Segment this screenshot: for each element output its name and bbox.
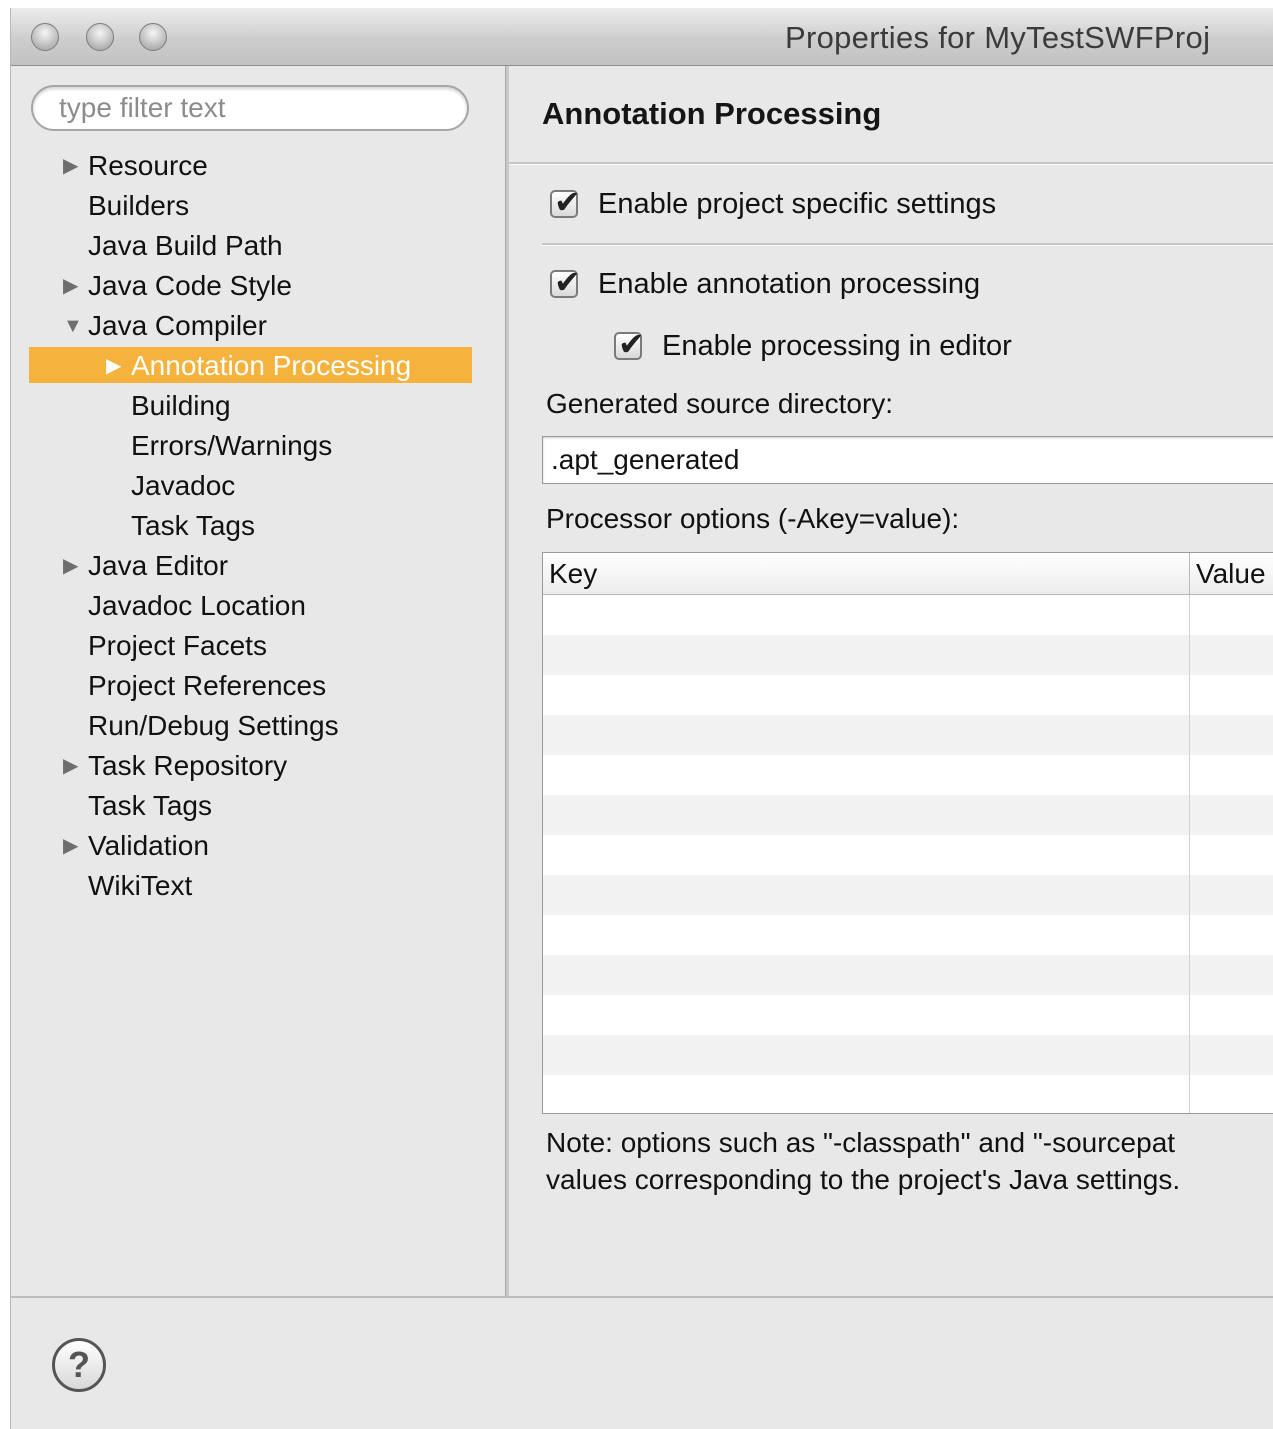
- triangle-right-icon[interactable]: ▶: [63, 266, 87, 306]
- triangle-down-icon[interactable]: ▼: [63, 306, 87, 346]
- note-line-2: values corresponding to the project's Ja…: [546, 1164, 1181, 1195]
- enable-processing-in-editor-checkbox[interactable]: ✔: [614, 325, 645, 363]
- table-header: Key Value: [543, 553, 1273, 595]
- table-body: [543, 595, 1273, 1113]
- window-title: Properties for MyTestSWFProj: [785, 20, 1211, 55]
- title-divider: [509, 162, 1273, 165]
- tree-item-label: Task Repository: [88, 750, 288, 781]
- help-icon[interactable]: ?: [52, 1338, 106, 1392]
- tree-item-builders[interactable]: Builders: [11, 186, 505, 226]
- dialog-button-bar: ?: [11, 1296, 1273, 1429]
- tree-item-task-tags[interactable]: Task Tags: [11, 506, 505, 546]
- triangle-right-icon[interactable]: ▶: [63, 146, 87, 186]
- empty-table-row: [543, 795, 1273, 835]
- tree-item-task-repository[interactable]: ▶ Task Repository: [11, 746, 505, 786]
- note-text: Note: options such as "-classpath" and "…: [546, 1124, 1180, 1198]
- enable-processing-in-editor-label: Enable processing in editor: [662, 330, 1012, 362]
- tree-item-project-references[interactable]: Project References: [11, 666, 505, 706]
- tree-item-javadoc-location[interactable]: Javadoc Location: [11, 586, 505, 626]
- empty-table-row: [543, 755, 1273, 795]
- empty-table-row: [543, 835, 1273, 875]
- tree-item-validation[interactable]: ▶ Validation: [11, 826, 505, 866]
- tree-item-wikitext[interactable]: WikiText: [11, 866, 505, 906]
- page-title: Annotation Processing: [542, 96, 882, 131]
- tree-item-errors-warnings[interactable]: Errors/Warnings: [11, 426, 505, 466]
- tree-item-java-code-style[interactable]: ▶ Java Code Style: [11, 266, 505, 306]
- tree-item-label: Builders: [88, 190, 190, 221]
- tree-item-label: WikiText: [88, 870, 193, 901]
- enable-project-specific-label: Enable project specific settings: [598, 188, 997, 220]
- tree-item-label: Java Build Path: [88, 230, 283, 261]
- processor-options-table[interactable]: Key Value: [542, 552, 1273, 1114]
- generated-source-label: Generated source directory:: [546, 388, 894, 419]
- tree-item-task-tags[interactable]: Task Tags: [11, 786, 505, 826]
- tree-item-project-facets[interactable]: Project Facets: [11, 626, 505, 666]
- triangle-right-icon[interactable]: ▶: [63, 546, 87, 586]
- note-line-1: Note: options such as "-classpath" and "…: [546, 1127, 1176, 1158]
- tree-item-label: Building: [131, 390, 231, 421]
- empty-table-row: [543, 1075, 1273, 1113]
- checkmark-icon: ✔: [554, 263, 581, 301]
- empty-table-row: [543, 995, 1273, 1035]
- tree-item-building[interactable]: Building: [11, 386, 505, 426]
- column-header-key[interactable]: Key: [543, 553, 1189, 594]
- tree-item-label: Resource: [88, 150, 208, 181]
- tree-item-run-debug-settings[interactable]: Run/Debug Settings: [11, 706, 505, 746]
- triangle-right-icon[interactable]: ▶: [106, 346, 130, 386]
- tree-item-label: Task Tags: [88, 790, 212, 821]
- triangle-right-icon[interactable]: ▶: [63, 746, 87, 786]
- tree-item-java-editor[interactable]: ▶ Java Editor: [11, 546, 505, 586]
- tree-item-label: Project References: [88, 670, 327, 701]
- tree-item-label: Java Editor: [88, 550, 229, 581]
- checkmark-icon: ✔: [554, 183, 581, 221]
- empty-table-row: [543, 955, 1273, 995]
- zoom-window-button[interactable]: [139, 23, 167, 51]
- enable-annotation-processing-label: Enable annotation processing: [598, 268, 981, 300]
- tree-item-resource[interactable]: ▶ Resource: [11, 146, 505, 186]
- column-header-value[interactable]: Value: [1189, 553, 1273, 594]
- tree-item-label: Annotation Processing: [131, 350, 412, 381]
- tree-item-label: Javadoc: [131, 470, 236, 501]
- enable-project-specific-checkbox[interactable]: ✔: [550, 183, 581, 221]
- tree-item-java-build-path[interactable]: Java Build Path: [11, 226, 505, 266]
- processor-options-label: Processor options (-Akey=value):: [546, 503, 960, 534]
- title-bar: Properties for MyTestSWFProj: [11, 8, 1273, 66]
- empty-table-row: [543, 715, 1273, 755]
- empty-table-row: [543, 635, 1273, 675]
- properties-window: Properties for MyTestSWFProj ▶ResourceBu…: [10, 8, 1273, 1429]
- settings-pane: Annotation Processing ✔ Enable project s…: [509, 66, 1273, 1296]
- tree-item-label: Validation: [88, 830, 209, 861]
- tree-item-label: Errors/Warnings: [131, 430, 333, 461]
- empty-table-row: [543, 595, 1273, 635]
- checkmark-icon: ✔: [618, 325, 645, 363]
- tree-item-java-compiler[interactable]: ▼ Java Compiler: [11, 306, 505, 346]
- filter-input[interactable]: [31, 85, 469, 131]
- tree-item-javadoc[interactable]: Javadoc: [11, 466, 505, 506]
- triangle-right-icon[interactable]: ▶: [63, 826, 87, 866]
- enable-annotation-processing-checkbox[interactable]: ✔: [550, 263, 581, 301]
- preferences-tree-pane: ▶ResourceBuildersJava Build Path▶Java Co…: [11, 66, 505, 1296]
- tree-item-label: Project Facets: [88, 630, 267, 661]
- column-divider: [1189, 595, 1190, 1113]
- empty-table-row: [543, 875, 1273, 915]
- tree-item-label: Javadoc Location: [88, 590, 306, 621]
- tree-item-label: Java Compiler: [88, 310, 267, 341]
- close-window-button[interactable]: [31, 23, 59, 51]
- tree-item-label: Run/Debug Settings: [88, 710, 339, 741]
- generated-source-directory-input[interactable]: [542, 436, 1273, 484]
- settings-divider: [542, 243, 1273, 246]
- tree-item-annotation-processing[interactable]: ▶ Annotation Processing: [11, 346, 505, 386]
- tree-item-label: Java Code Style: [88, 270, 292, 301]
- tree-item-label: Task Tags: [131, 510, 255, 541]
- empty-table-row: [543, 915, 1273, 955]
- minimize-window-button[interactable]: [86, 23, 114, 51]
- empty-table-row: [543, 1035, 1273, 1075]
- empty-table-row: [543, 675, 1273, 715]
